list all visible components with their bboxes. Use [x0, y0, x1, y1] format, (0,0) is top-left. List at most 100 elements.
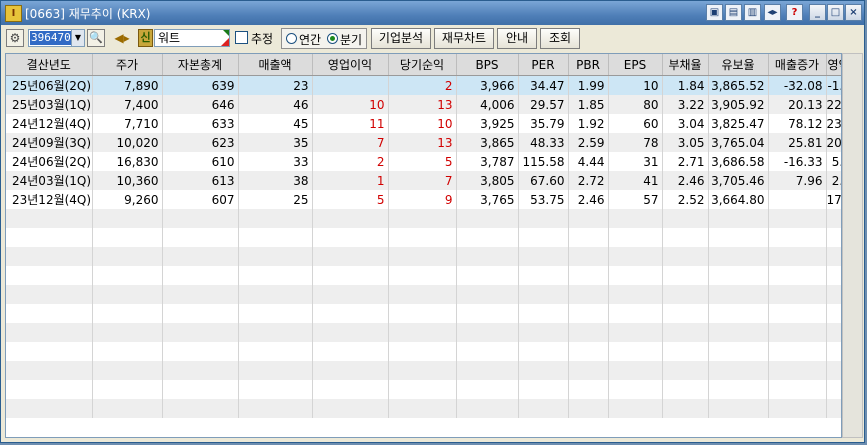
col-header-price[interactable]: 주가	[92, 54, 163, 76]
empty-cell	[568, 342, 609, 361]
table-cell: 610	[162, 152, 239, 171]
stock-name-text: 워트	[158, 31, 181, 45]
table-row[interactable]: 25년06월(2Q) 7,890 639 23 2 3,966 34.47 1.99 10 1.8…	[6, 75, 841, 95]
empty-cell	[768, 380, 827, 399]
table-body: 25년06월(2Q) 7,890 639 23 2 3,966 34.47 1.99 10 1.8…	[6, 75, 841, 418]
col-header-per[interactable]: PER	[518, 54, 569, 76]
link-window-icon[interactable]: ▣	[706, 4, 723, 21]
table-row[interactable]: 24년03월(1Q) 10,360 613 38 1 7 3,805 67.60 2.72 41 2…	[6, 171, 841, 190]
table-row[interactable]: 23년12월(4Q) 9,260 607 25 5 9 3,765 53.75 2.46 57 2.…	[6, 190, 841, 209]
title-bar[interactable]: I [0663] 재무추이 (KRX) ▣ ▤ ▥ ◂▸ ? _ □ ×	[1, 1, 864, 25]
table-cell: 3,705.46	[708, 171, 769, 190]
code-dropdown-button[interactable]: ▼	[71, 29, 85, 47]
settings-gear-icon[interactable]: ⚙	[6, 29, 24, 47]
estimate-checkbox[interactable]	[235, 31, 248, 44]
col-header-period[interactable]: 결산년도	[6, 54, 93, 76]
maximize-button[interactable]: □	[827, 4, 844, 21]
empty-cell	[238, 399, 313, 418]
empty-cell	[826, 323, 841, 342]
empty-cell	[6, 361, 93, 380]
search-icon[interactable]: 🔍	[87, 29, 105, 47]
table-cell: 633	[162, 114, 239, 133]
empty-cell	[388, 323, 457, 342]
col-header-bps[interactable]: BPS	[456, 54, 519, 76]
empty-cell	[162, 304, 239, 323]
radio-quarter[interactable]	[327, 33, 338, 44]
col-header-equity[interactable]: 자본총계	[162, 54, 239, 76]
empty-cell	[388, 399, 457, 418]
empty-cell	[238, 247, 313, 266]
empty-cell	[6, 285, 93, 304]
empty-cell	[826, 285, 841, 304]
empty-cell	[312, 285, 389, 304]
col-header-operating-profit[interactable]: 영업이익	[312, 54, 389, 76]
col-header-debt-ratio[interactable]: 부채율	[662, 54, 709, 76]
col-header-net-income[interactable]: 당기순익	[388, 54, 457, 76]
empty-cell	[768, 342, 827, 361]
empty-cell	[608, 323, 663, 342]
table-cell: 20.00	[826, 133, 841, 152]
col-header-pbr[interactable]: PBR	[568, 54, 609, 76]
col-header-sales-growth[interactable]: 매출증가	[768, 54, 827, 76]
guide-button[interactable]: 안내	[497, 28, 537, 49]
empty-cell	[6, 209, 93, 228]
empty-cell	[518, 228, 569, 247]
empty-cell	[456, 399, 519, 418]
table-cell: 24년12월(4Q)	[6, 114, 93, 133]
empty-cell	[92, 285, 163, 304]
col-header-op-margin[interactable]: 영익률	[826, 54, 841, 76]
stock-code-input[interactable]: 396470	[28, 29, 72, 47]
speaker-icon[interactable]: ◀▸	[109, 29, 135, 47]
app-icon[interactable]: I	[5, 5, 22, 22]
table-cell: 613	[162, 171, 239, 190]
close-button[interactable]: ×	[845, 4, 862, 21]
print-icon[interactable]: ▤	[725, 4, 742, 21]
minimize-button[interactable]: _	[809, 4, 826, 21]
empty-cell	[768, 266, 827, 285]
query-button[interactable]: 조회	[540, 28, 580, 49]
table-row[interactable]: 24년06월(2Q) 16,830 610 33 2 5 3,787 115.58 4.44 31…	[6, 152, 841, 171]
financial-chart-button[interactable]: 재무차트	[434, 28, 494, 49]
table-cell: 11	[312, 114, 389, 133]
table-cell: 3,765	[456, 190, 519, 209]
col-header-sales[interactable]: 매출액	[238, 54, 313, 76]
empty-cell	[708, 266, 769, 285]
empty-cell	[456, 247, 519, 266]
empty-cell	[568, 361, 609, 380]
table-cell: 1.84	[662, 75, 709, 95]
empty-cell	[238, 380, 313, 399]
empty-cell	[608, 247, 663, 266]
col-header-eps[interactable]: EPS	[608, 54, 663, 76]
table-cell: 7.96	[768, 171, 827, 190]
empty-cell	[238, 266, 313, 285]
table-cell: 9	[388, 190, 457, 209]
stock-name-field[interactable]: 워트	[154, 29, 230, 47]
copy-icon[interactable]: ▥	[744, 4, 761, 21]
empty-cell	[608, 380, 663, 399]
table-cell: 41	[608, 171, 663, 190]
empty-cell	[662, 228, 709, 247]
table-cell: 3,905.92	[708, 95, 769, 114]
table-row[interactable]: 24년09월(3Q) 10,020 623 35 7 13 3,865 48.33 2.59 78…	[6, 133, 841, 152]
table-row[interactable]: 25년03월(1Q) 7,400 646 46 10 13 4,006 29.57 1.85 80…	[6, 95, 841, 114]
empty-cell	[662, 209, 709, 228]
col-header-reserve-ratio[interactable]: 유보율	[708, 54, 769, 76]
radio-annual[interactable]	[286, 33, 297, 44]
empty-cell	[162, 285, 239, 304]
table-cell: 3,825.47	[708, 114, 769, 133]
table-row[interactable]: 24년12월(4Q) 7,710 633 45 11 10 3,925 35.79 1.92 60…	[6, 114, 841, 133]
empty-cell	[92, 380, 163, 399]
empty-cell	[568, 323, 609, 342]
vertical-scrollbar[interactable]	[842, 53, 863, 438]
empty-cell	[456, 342, 519, 361]
empty-cell	[608, 399, 663, 418]
table-cell: 25년03월(1Q)	[6, 95, 93, 114]
empty-cell	[388, 209, 457, 228]
table-cell: 17.89	[826, 190, 841, 209]
help-icon[interactable]: ?	[786, 4, 803, 21]
empty-cell	[826, 304, 841, 323]
pin-icon[interactable]: ◂▸	[764, 4, 781, 21]
red-marker-icon	[221, 38, 229, 46]
company-analysis-button[interactable]: 기업분석	[371, 28, 431, 49]
table-cell	[312, 75, 389, 95]
